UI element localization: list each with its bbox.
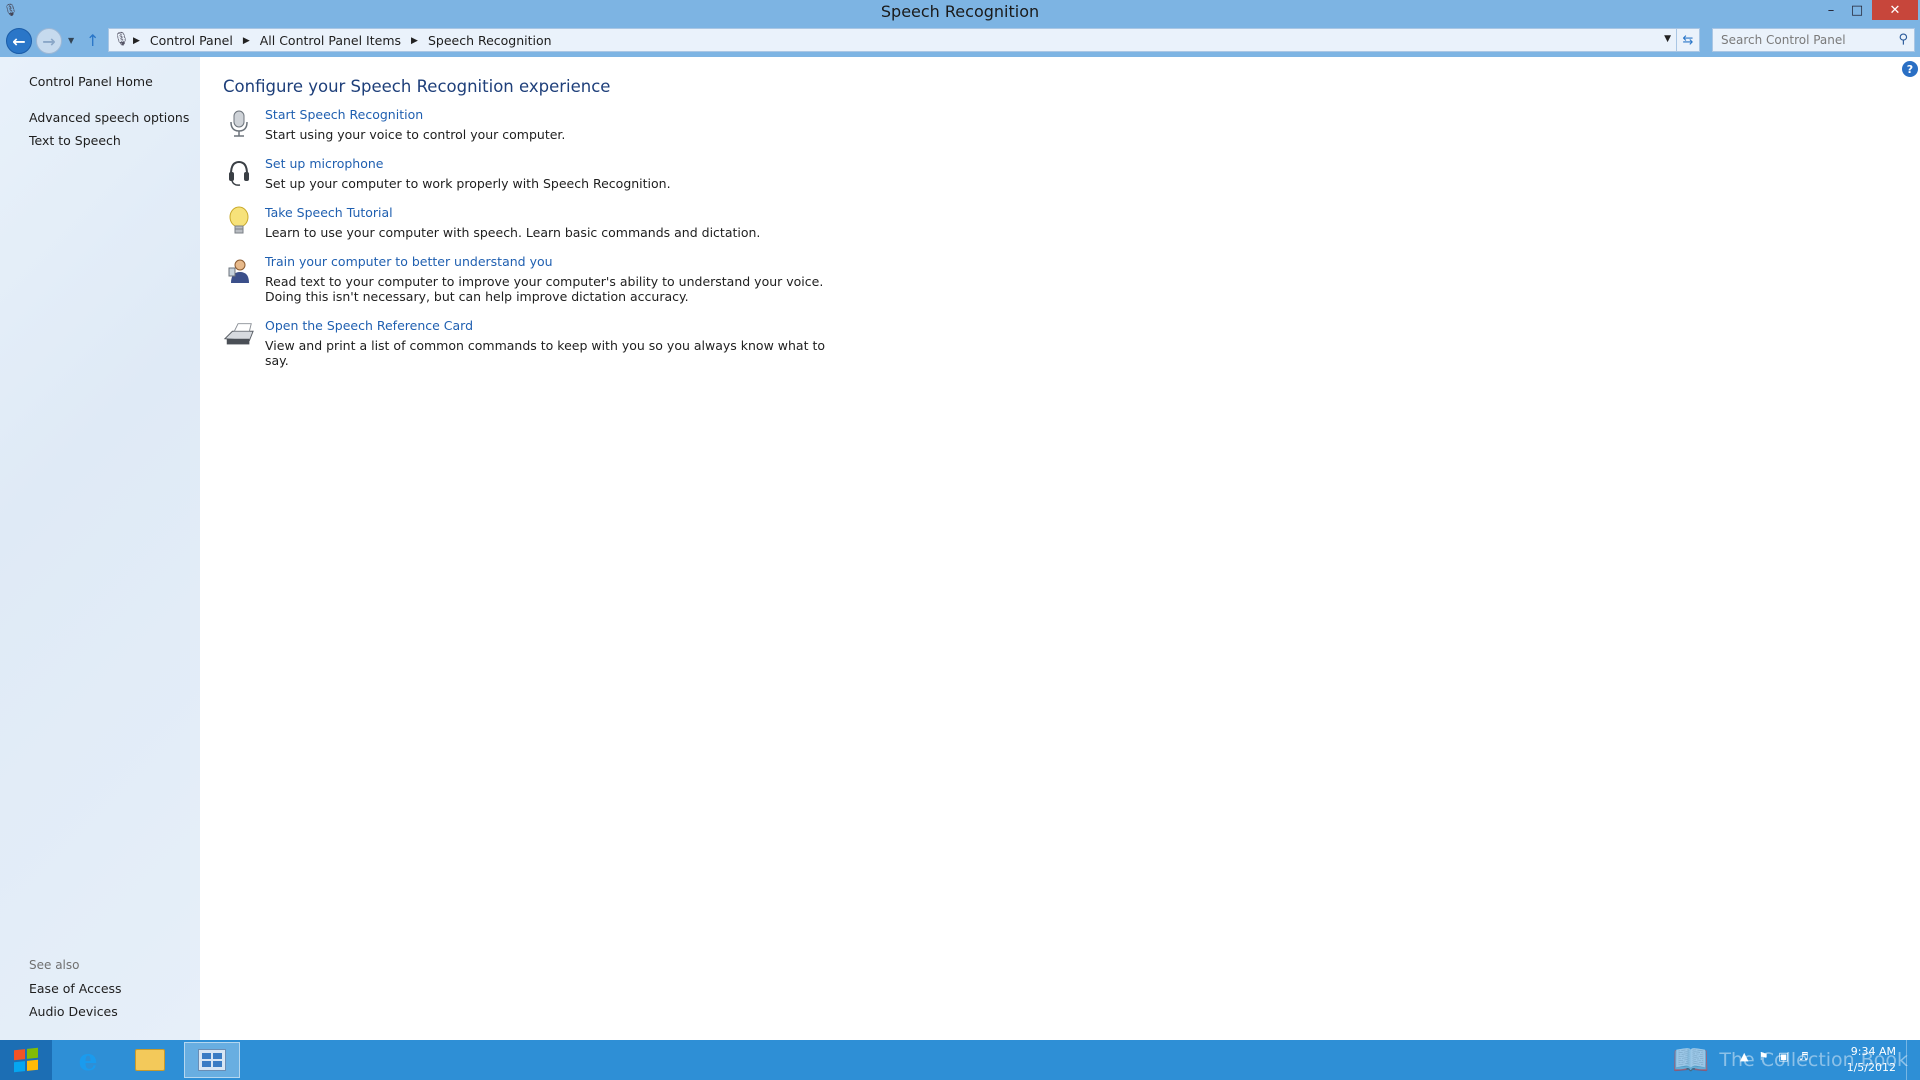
speech-reference-card-link[interactable]: Open the Speech Reference Card	[265, 318, 473, 333]
task-description: Start using your voice to control your c…	[265, 127, 566, 142]
taskbar: e 📖 The Collection Book ▲ ⚑ ▣ ♬ 9:34 AM …	[0, 1040, 1920, 1080]
task-description: View and print a list of common commands…	[265, 338, 825, 368]
breadcrumb-all-items[interactable]: All Control Panel Items	[260, 33, 401, 48]
show-hidden-icons-icon[interactable]: ▲	[1740, 1050, 1748, 1063]
search-box: ⚲	[1712, 28, 1915, 52]
show-desktop-button[interactable]	[1906, 1040, 1920, 1080]
clock-date: 1/5/2012	[1846, 1061, 1896, 1074]
title-bar: 🎙 Speech Recognition – □ ✕	[0, 0, 1920, 24]
sidebar-link-ease-of-access[interactable]: Ease of Access	[29, 981, 122, 996]
sidebar-link-advanced-speech-options[interactable]: Advanced speech options	[29, 110, 189, 125]
internet-explorer-taskbar-button[interactable]: e	[60, 1042, 116, 1078]
chevron-down-icon[interactable]: ▼	[1664, 34, 1671, 44]
book-icon: 📖	[1672, 1042, 1710, 1078]
folder-icon	[135, 1049, 165, 1071]
breadcrumb: ▶ Control Panel ▶ All Control Panel Item…	[133, 33, 552, 48]
address-bar[interactable]: 🎙 ▶ Control Panel ▶ All Control Panel It…	[108, 28, 1678, 52]
task-take-speech-tutorial: Take Speech Tutorial Learn to use your c…	[223, 205, 923, 245]
maximize-button[interactable]: □	[1843, 0, 1871, 20]
clock-time: 9:34 AM	[1850, 1045, 1896, 1058]
system-tray: ▲ ⚑ ▣ ♬	[1740, 1050, 1809, 1063]
volume-icon[interactable]: ♬	[1799, 1050, 1809, 1063]
task-train-computer: Train your computer to better understand…	[223, 254, 923, 306]
start-button[interactable]	[0, 1040, 52, 1080]
headset-icon	[223, 156, 255, 190]
take-speech-tutorial-link[interactable]: Take Speech Tutorial	[265, 205, 393, 220]
microphone-icon: 🎙	[113, 32, 130, 47]
breadcrumb-separator-icon[interactable]: ▶	[243, 36, 250, 46]
breadcrumb-speech-recognition[interactable]: Speech Recognition	[428, 33, 552, 48]
arrow-right-icon: →	[42, 31, 56, 51]
task-description: Learn to use your computer with speech. …	[265, 225, 761, 240]
start-speech-recognition-link[interactable]: Start Speech Recognition	[265, 107, 423, 122]
sidebar-link-text-to-speech[interactable]: Text to Speech	[29, 133, 121, 148]
arrow-up-icon: ↑	[86, 31, 100, 50]
main-content: Configure your Speech Recognition experi…	[200, 57, 1920, 1040]
sidebar-link-control-panel-home[interactable]: Control Panel Home	[29, 74, 153, 89]
control-panel-taskbar-button[interactable]	[184, 1042, 240, 1078]
breadcrumb-separator-icon[interactable]: ▶	[411, 36, 418, 46]
lightbulb-icon	[223, 205, 255, 239]
user-train-icon	[223, 254, 255, 288]
task-description: Read text to your computer to improve yo…	[265, 274, 824, 304]
back-button[interactable]: ←	[6, 28, 32, 54]
clock[interactable]: 9:34 AM 1/5/2012	[1836, 1044, 1896, 1076]
task-set-up-microphone: Set up microphone Set up your computer t…	[223, 156, 923, 196]
see-also-label: See also	[29, 958, 80, 972]
breadcrumb-separator-icon[interactable]: ▶	[133, 36, 140, 46]
search-icon[interactable]: ⚲	[1898, 32, 1908, 47]
page-title: Configure your Speech Recognition experi…	[223, 77, 611, 96]
recent-pages-dropdown[interactable]: ▼	[68, 36, 74, 45]
file-explorer-taskbar-button[interactable]	[122, 1042, 178, 1078]
internet-explorer-icon: e	[78, 1042, 98, 1078]
help-icon[interactable]: ?	[1902, 61, 1918, 77]
arrow-left-icon: ←	[12, 31, 26, 51]
control-panel-icon	[198, 1049, 226, 1071]
task-description: Set up your computer to work properly wi…	[265, 176, 671, 191]
up-button[interactable]: ↑	[86, 31, 99, 50]
search-input[interactable]	[1713, 29, 1883, 51]
task-speech-reference-card: Open the Speech Reference Card View and …	[223, 318, 923, 368]
task-start-speech-recognition: Start Speech Recognition Start using you…	[223, 107, 923, 147]
left-pane: Control Panel Home Advanced speech optio…	[0, 57, 200, 1040]
microphone-icon	[223, 107, 255, 141]
breadcrumb-control-panel[interactable]: Control Panel	[150, 33, 233, 48]
printer-icon	[223, 318, 255, 352]
refresh-button[interactable]: ⇆	[1676, 28, 1700, 52]
network-icon[interactable]: ▣	[1778, 1050, 1788, 1063]
window-title: Speech Recognition	[880, 2, 1040, 21]
minimize-button[interactable]: –	[1817, 0, 1845, 20]
refresh-icon: ⇆	[1682, 32, 1694, 48]
flag-icon[interactable]: ⚑	[1758, 1050, 1768, 1063]
forward-button[interactable]: →	[36, 28, 62, 54]
close-button[interactable]: ✕	[1872, 0, 1918, 20]
sidebar-link-audio-devices[interactable]: Audio Devices	[29, 1004, 118, 1019]
navigation-bar: ← → ▼ ↑ 🎙 ▶ Control Panel ▶ All Control …	[0, 24, 1920, 57]
set-up-microphone-link[interactable]: Set up microphone	[265, 156, 383, 171]
windows-logo-icon	[14, 1047, 38, 1073]
train-computer-link[interactable]: Train your computer to better understand…	[265, 254, 553, 269]
